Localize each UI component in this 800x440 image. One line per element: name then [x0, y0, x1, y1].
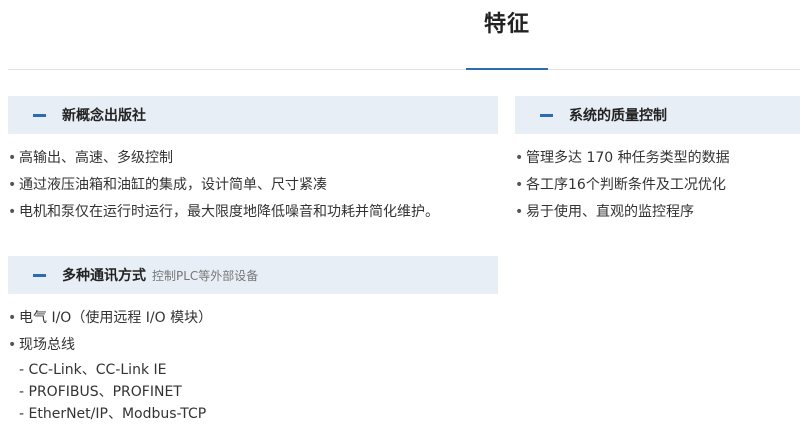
list-item: • 通过液压油箱和油缸的集成，设计简单、尺寸紧凑 [8, 172, 439, 199]
fieldbus-item: - EtherNet/IP、Modbus-TCP [19, 406, 207, 422]
fieldbus-item: - PROFIBUS、PROFINET [19, 384, 182, 400]
title-divider [8, 69, 800, 70]
bullet-icon: • [8, 177, 17, 193]
bullet-icon: • [8, 150, 17, 166]
minus-icon [540, 113, 553, 117]
section-header-communication: 多种通讯方式 控制PLC等外部设备 [8, 256, 498, 294]
page-title: 特征 [483, 12, 530, 37]
minus-icon [33, 273, 46, 277]
section-subtitle: 控制PLC等外部设备 [152, 268, 259, 283]
bullet-icon: • [8, 337, 17, 353]
communication-list: • 电气 I/O（使用远程 I/O 模块） • 现场总线 - CC-Link、CC-… [8, 305, 212, 425]
section-header-concept: 新概念出版社 [8, 96, 498, 134]
fieldbus-item: - CC-Link、CC-Link IE [19, 362, 167, 378]
concept-list: • 高输出、高速、多级控制 • 通过液压油箱和油缸的集成，设计简单、尺寸紧凑 • 电机… [8, 145, 439, 226]
bullet-icon: • [515, 150, 524, 166]
bullet-icon: • [8, 204, 17, 220]
list-item: • 各工序16个判断条件及工况优化 [515, 172, 730, 199]
quality-list: • 管理多达 170 种任务类型的数据 • 各工序16个判断条件及工况优化 • 易于使… [515, 145, 730, 226]
list-item: • 现场总线 - CC-Link、CC-Link IE - PROFIBUS、PR… [8, 332, 212, 425]
minus-icon [33, 113, 46, 117]
list-item: • 易于使用、直观的监控程序 [515, 199, 730, 226]
list-item: • 电机和泵仅在运行时运行，最大限度地降低噪音和功耗并简化维护。 [8, 199, 439, 226]
fieldbus-list: - CC-Link、CC-Link IE - PROFIBUS、PROFINET… [8, 359, 212, 425]
list-item: • 高输出、高速、多级控制 [8, 145, 439, 172]
bullet-icon: • [515, 177, 524, 193]
section-header-quality: 系统的质量控制 [515, 96, 800, 134]
section-title: 系统的质量控制 [569, 108, 667, 124]
section-title: 新概念出版社 [62, 108, 146, 124]
list-item: • 管理多达 170 种任务类型的数据 [515, 145, 730, 172]
bullet-icon: • [515, 204, 524, 220]
section-title: 多种通讯方式 [62, 268, 146, 284]
bullet-icon: • [8, 310, 17, 326]
title-accent-bar [466, 68, 548, 70]
list-item: • 电气 I/O（使用远程 I/O 模块） [8, 305, 212, 332]
